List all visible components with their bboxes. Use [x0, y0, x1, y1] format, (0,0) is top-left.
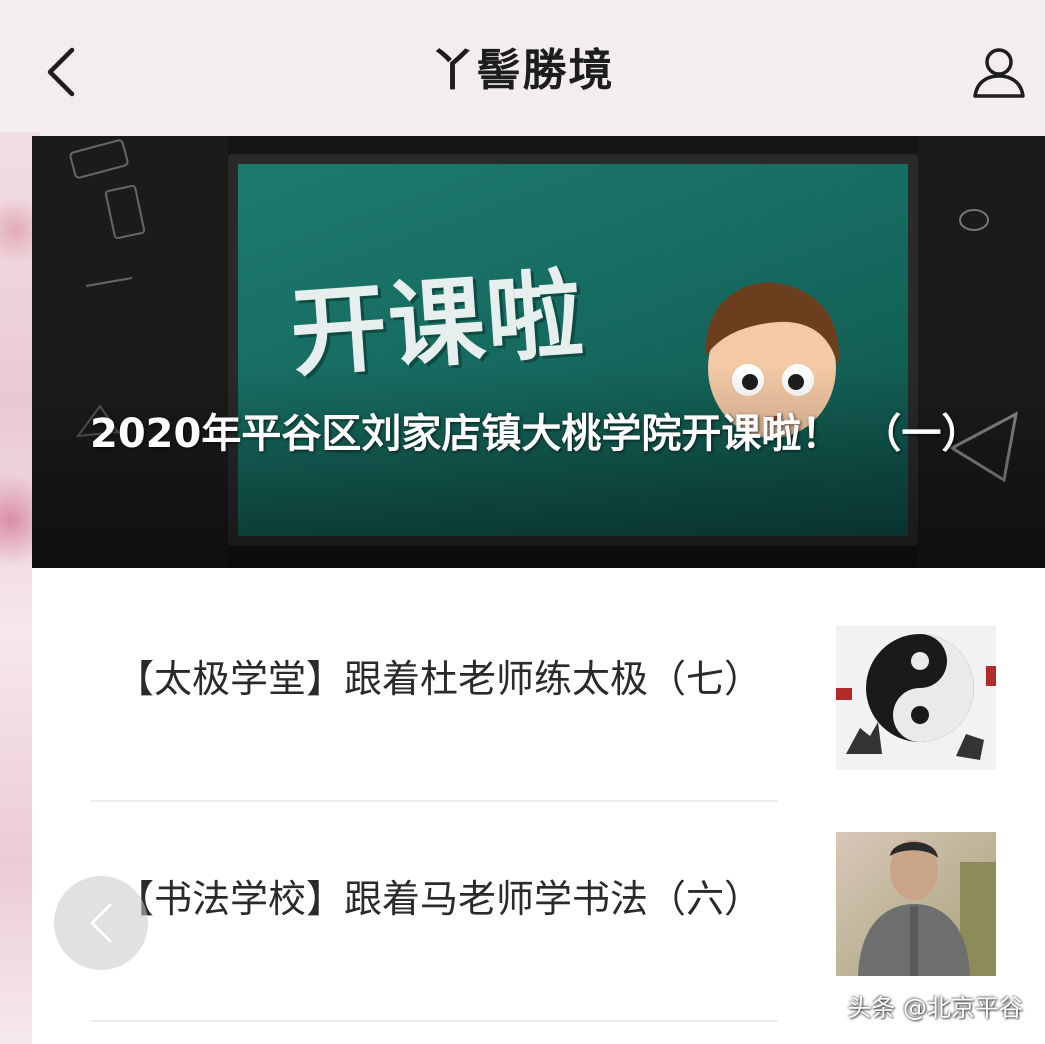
featured-banner[interactable]: 开课啦 2020年平谷区刘家店镇大桃学院开课啦！ （一） [32, 136, 1045, 568]
banner-title[interactable]: 2020年平谷区刘家店镇大桃学院开课啦！ （一） [90, 402, 990, 466]
article-title[interactable]: 【书法学校】跟着马老师学书法（六） [116, 868, 776, 930]
taiji-thumbnail[interactable] [836, 626, 996, 770]
floating-back-button[interactable] [54, 876, 148, 970]
profile-button[interactable] [967, 40, 1031, 104]
taiji-image [836, 626, 996, 770]
divider [90, 1020, 778, 1022]
page-title: 丫髻勝境 [430, 45, 615, 96]
watermark: 头条 @北京平谷 [847, 994, 1023, 1022]
user-icon [973, 48, 1025, 98]
teacher-portrait-image [836, 832, 996, 976]
banner-gradient-overlay [32, 366, 1045, 568]
chevron-left-icon [90, 903, 112, 943]
back-button[interactable] [32, 40, 88, 104]
top-nav-bar: 丫髻勝境 [0, 0, 1045, 132]
content-card: 开课啦 2020年平谷区刘家店镇大桃学院开课啦！ （一） 【太极学堂】跟着杜老师… [32, 136, 1045, 1044]
list-item[interactable]: 【太极学堂】跟着杜老师练太极（七） [90, 588, 996, 808]
teacher-portrait-thumbnail[interactable] [836, 832, 996, 976]
chevron-left-icon [47, 47, 75, 97]
article-title[interactable]: 【太极学堂】跟着杜老师练太极（七） [116, 648, 776, 710]
divider [90, 800, 778, 802]
